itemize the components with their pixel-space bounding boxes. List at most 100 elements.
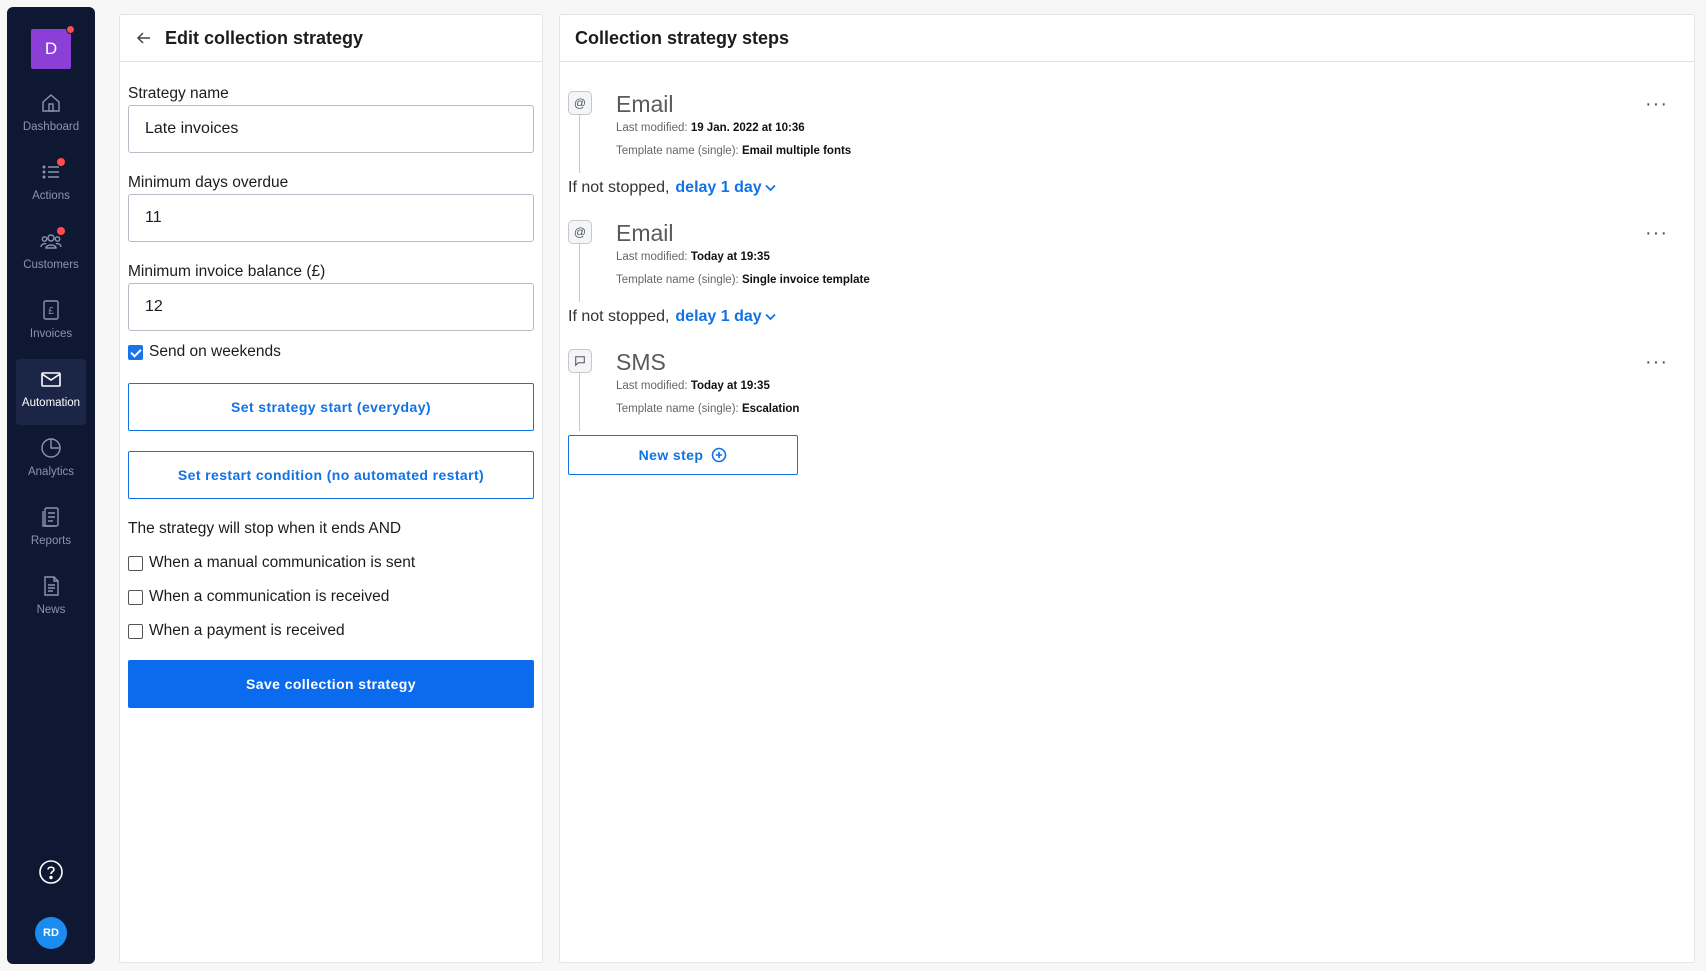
last-modified-value: Today at 19:35 <box>690 380 770 392</box>
more-options-icon[interactable]: ··· <box>1645 352 1668 372</box>
list-icon <box>39 158 65 184</box>
sidebar-item-dashboard[interactable]: Dashboard <box>16 83 86 149</box>
last-modified-label: Last modified: <box>616 380 688 392</box>
sidebar-item-reports[interactable]: Reports <box>16 497 86 563</box>
chevron-down-icon <box>765 184 776 192</box>
sidebar-item-actions[interactable]: Actions <box>16 152 86 218</box>
delay-row: If not stopped, delay 1 day <box>568 179 776 197</box>
at-sign-icon: @ <box>568 220 592 244</box>
manual-communication-checkbox[interactable] <box>128 555 143 571</box>
template-value: Single invoice template <box>741 274 870 286</box>
template-label: Template name (single): <box>616 274 739 286</box>
template-value: Escalation <box>741 403 800 415</box>
notification-badge <box>57 158 65 166</box>
min-days-input[interactable] <box>128 194 534 242</box>
step-last-modified: Last modified: Today at 19:35 <box>616 251 770 263</box>
sidebar-item-label: Analytics <box>27 466 75 478</box>
at-sign-icon: @ <box>568 91 592 115</box>
report-icon <box>39 505 63 529</box>
users-icon <box>39 227 65 253</box>
back-arrow-icon[interactable] <box>135 29 153 47</box>
strategy-step: SMS Last modified: Today at 19:35 Templa… <box>568 349 1688 439</box>
invoice-pound-icon: £ <box>39 298 63 322</box>
stop-condition-label: When a payment is received <box>149 622 345 639</box>
svg-text:£: £ <box>48 306 54 317</box>
last-modified-value: 19 Jan. 2022 at 10:36 <box>690 122 805 134</box>
delay-value: delay 1 day <box>675 308 762 325</box>
edit-panel-header: Edit collection strategy <box>120 15 542 62</box>
step-type: SMS <box>616 349 666 375</box>
strategy-name-label: Strategy name <box>128 85 229 102</box>
stop-condition-row[interactable]: When a payment is received <box>128 622 345 640</box>
sidebar-item-analytics[interactable]: Analytics <box>16 428 86 494</box>
stop-condition-row[interactable]: When a manual communication is sent <box>128 554 415 572</box>
template-label: Template name (single): <box>616 145 739 157</box>
sidebar-item-label: Invoices <box>29 328 73 340</box>
org-notification-dot <box>66 25 75 34</box>
plus-circle-icon <box>712 447 727 463</box>
org-logo[interactable]: D <box>31 25 75 69</box>
chevron-down-icon <box>765 313 776 321</box>
set-strategy-start-button[interactable]: Set strategy start (everyday) <box>128 383 534 431</box>
step-template: Template name (single): Single invoice t… <box>616 274 870 286</box>
edit-strategy-panel: Edit collection strategy Strategy name M… <box>119 14 543 963</box>
sidebar: D Dashboard Actions Customers £ Invoices… <box>7 7 95 964</box>
last-modified-label: Last modified: <box>616 122 688 134</box>
chat-bubble-icon <box>568 349 592 373</box>
user-avatar[interactable]: RD <box>35 917 67 949</box>
delay-dropdown[interactable]: delay 1 day <box>675 179 776 197</box>
sidebar-item-invoices[interactable]: £ Invoices <box>16 290 86 356</box>
last-modified-value: Today at 19:35 <box>690 251 770 263</box>
delay-value: delay 1 day <box>675 179 762 196</box>
stop-condition-row[interactable]: When a communication is received <box>128 588 389 606</box>
mail-icon <box>39 367 63 391</box>
more-options-icon[interactable]: ··· <box>1645 223 1668 243</box>
sidebar-item-automation[interactable]: Automation <box>16 359 86 425</box>
min-balance-input[interactable] <box>128 283 534 331</box>
step-type: Email <box>616 220 674 246</box>
steps-panel-header: Collection strategy steps <box>560 15 1694 62</box>
strategy-name-input[interactable] <box>128 105 534 153</box>
weekends-checkbox[interactable] <box>128 344 143 360</box>
notification-badge <box>57 227 65 235</box>
weekends-checkbox-row[interactable]: Send on weekends <box>128 343 281 361</box>
sidebar-item-label: News <box>36 604 66 616</box>
save-strategy-button[interactable]: Save collection strategy <box>128 660 534 708</box>
news-icon <box>39 574 63 598</box>
min-days-label: Minimum days overdue <box>128 174 289 191</box>
last-modified-label: Last modified: <box>616 251 688 263</box>
more-options-icon[interactable]: ··· <box>1645 94 1668 114</box>
sidebar-item-label: Customers <box>23 259 79 271</box>
step-template: Template name (single): Email multiple f… <box>616 145 851 157</box>
new-step-label: New step <box>638 447 704 463</box>
delay-row: If not stopped, delay 1 day <box>568 308 776 326</box>
step-last-modified: Last modified: 19 Jan. 2022 at 10:36 <box>616 122 805 134</box>
page-title: Edit collection strategy <box>165 27 364 48</box>
stop-condition-label: When a communication is received <box>149 588 390 605</box>
step-type: Email <box>616 91 674 117</box>
pie-chart-icon <box>39 436 63 460</box>
template-value: Email multiple fonts <box>741 145 852 157</box>
org-initial: D <box>44 39 58 58</box>
strategy-step: @ Email Last modified: 19 Jan. 2022 at 1… <box>568 91 1688 181</box>
delay-dropdown[interactable]: delay 1 day <box>675 308 776 326</box>
step-template: Template name (single): Escalation <box>616 403 799 415</box>
sidebar-item-news[interactable]: News <box>16 566 86 632</box>
weekends-label: Send on weekends <box>149 343 281 360</box>
sidebar-item-label: Reports <box>30 535 72 547</box>
set-restart-condition-button[interactable]: Set restart condition (no automated rest… <box>128 451 534 499</box>
sidebar-item-customers[interactable]: Customers <box>16 221 86 287</box>
payment-received-checkbox[interactable] <box>128 623 143 639</box>
min-balance-label: Minimum invoice balance (£) <box>128 263 326 280</box>
steps-panel-title: Collection strategy steps <box>575 27 790 48</box>
avatar-initials: RD <box>43 927 59 939</box>
step-connector-line <box>579 115 580 173</box>
sidebar-item-label: Actions <box>32 190 70 202</box>
step-connector-line <box>579 373 580 431</box>
sidebar-item-label: Dashboard <box>22 121 80 133</box>
new-step-button[interactable]: New step <box>568 435 798 475</box>
stop-conditions-heading: The strategy will stop when it ends AND <box>128 520 402 537</box>
communication-received-checkbox[interactable] <box>128 589 143 605</box>
help-icon[interactable] <box>38 859 64 885</box>
strategy-steps-panel: Collection strategy steps @ Email Last m… <box>559 14 1695 963</box>
